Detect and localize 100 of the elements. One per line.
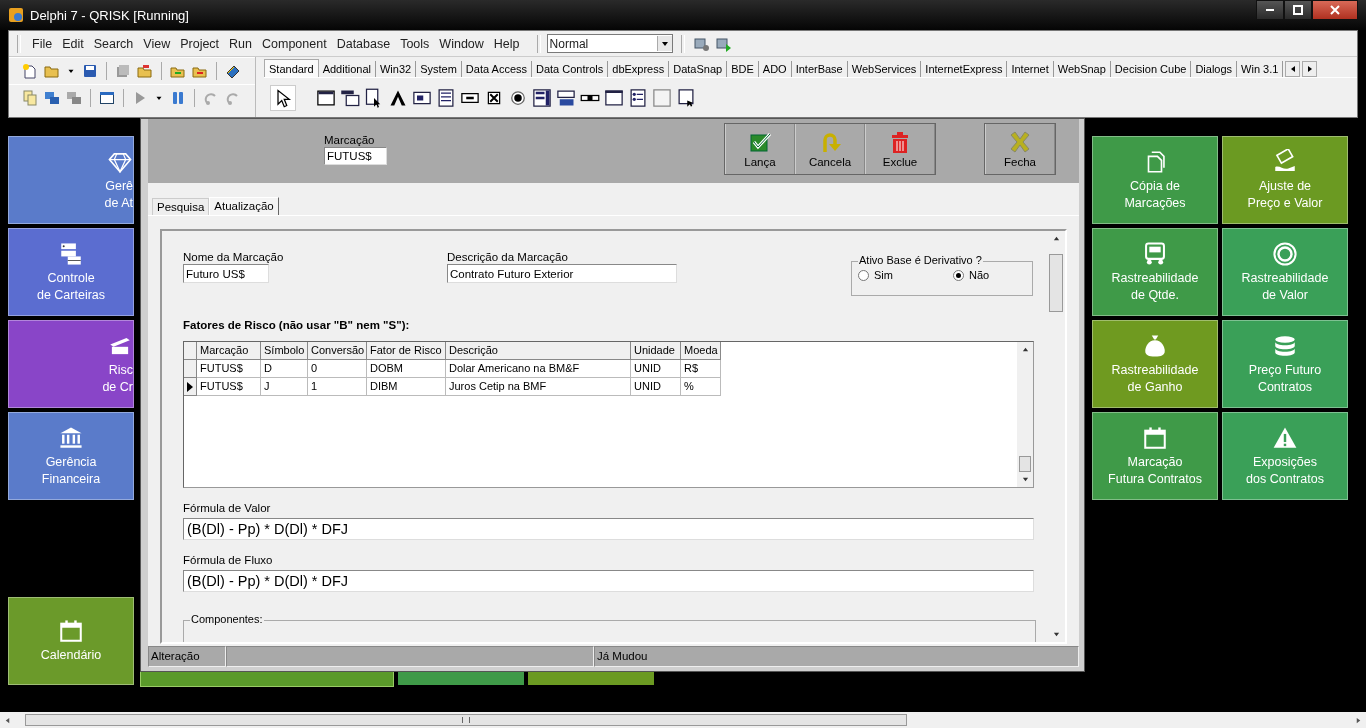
table-cell: J bbox=[261, 378, 308, 396]
palette-tab[interactable]: BDE bbox=[727, 61, 759, 77]
form-icon[interactable] bbox=[99, 90, 115, 106]
scroll-thumb[interactable] bbox=[1019, 456, 1031, 472]
combo-box-icon[interactable] bbox=[556, 87, 576, 108]
scrollbar[interactable] bbox=[1017, 342, 1033, 487]
tile-label: Exposições dos Contratos bbox=[1246, 453, 1324, 488]
close-button[interactable]: Fecha bbox=[985, 124, 1055, 174]
pointer-icon[interactable] bbox=[270, 84, 296, 111]
tile[interactable]: Gerência Financeira bbox=[8, 412, 134, 500]
radio-label: Não bbox=[968, 269, 990, 281]
post-button[interactable]: Lança bbox=[725, 124, 795, 174]
maximize-button[interactable] bbox=[1284, 0, 1312, 20]
radio-button[interactable] bbox=[858, 269, 869, 281]
scroll-right-button[interactable] bbox=[1302, 61, 1318, 77]
close-icon bbox=[1329, 4, 1341, 16]
stacked-windows-icon[interactable] bbox=[66, 90, 82, 106]
tab[interactable]: Atualização bbox=[209, 197, 279, 215]
table-cell: 0 bbox=[308, 360, 367, 378]
tile-label: Rastreabilidade de Qtde. bbox=[1111, 269, 1199, 304]
input-field[interactable]: FUTUS$ bbox=[324, 147, 387, 165]
tile[interactable]: Risc de Cr bbox=[8, 320, 134, 408]
menu-item[interactable]: Help bbox=[488, 36, 525, 51]
palette-tab[interactable]: InternetExpress bbox=[921, 61, 1008, 77]
menu-item[interactable]: Edit bbox=[57, 36, 89, 51]
radio-button[interactable] bbox=[952, 269, 964, 281]
palette-tab[interactable]: WebServices bbox=[847, 61, 922, 77]
menu-item[interactable]: Project bbox=[175, 36, 225, 51]
column-header[interactable]: Moeda bbox=[681, 342, 721, 360]
list-box-icon[interactable] bbox=[532, 87, 552, 108]
scrollbar[interactable] bbox=[0, 712, 1366, 728]
table-cell: 1 bbox=[308, 378, 367, 396]
palette-tab[interactable]: InterBase bbox=[791, 61, 848, 77]
folder-arrow-icon[interactable] bbox=[137, 63, 153, 79]
menu-item[interactable]: File bbox=[27, 36, 58, 51]
delete-button[interactable]: Exclue bbox=[865, 124, 935, 174]
menu-item[interactable]: Tools bbox=[395, 36, 435, 51]
table-cell: Juros Cetip na BMF bbox=[446, 378, 631, 396]
tile[interactable]: Marcação Futura Contratos bbox=[1092, 412, 1218, 500]
palette-tab[interactable]: WebSnap bbox=[1053, 61, 1111, 77]
arrow-left-icon bbox=[4, 716, 11, 724]
radio-group-icon[interactable] bbox=[628, 87, 648, 108]
tab[interactable]: Pesquisa bbox=[152, 198, 210, 215]
palette-tab[interactable]: Dialogs bbox=[1191, 61, 1238, 77]
arrow-right-icon bbox=[1355, 716, 1362, 724]
tile-label: Preço Futuro Contratos bbox=[1248, 361, 1322, 396]
windows-icon[interactable] bbox=[44, 90, 60, 106]
group-box-icon[interactable] bbox=[604, 87, 624, 108]
palette-tab[interactable]: Standard bbox=[264, 59, 319, 77]
input-field[interactable]: (B(Dl) - Pp) * D(Dl) * DFJ bbox=[183, 518, 1034, 540]
scroll-thumb[interactable] bbox=[1049, 254, 1063, 312]
input-field[interactable]: Contrato Futuro Exterior bbox=[447, 264, 677, 283]
desktop-combo[interactable]: Normal bbox=[546, 34, 673, 53]
scroll-left-button[interactable] bbox=[1285, 61, 1301, 77]
tile[interactable]: Cópia de Marcações bbox=[1092, 136, 1218, 224]
input-field[interactable]: (B(Dl) - Pp) * D(Dl) * DFJ bbox=[183, 570, 1034, 592]
group-box-legend: Ativo Base é Derivativo ? bbox=[858, 254, 983, 266]
column-header[interactable]: Unidade bbox=[631, 342, 681, 360]
new-file-icon[interactable] bbox=[22, 63, 38, 79]
palette-tab[interactable]: System bbox=[416, 61, 462, 77]
table-cell: Dolar Americano na BM&F bbox=[446, 360, 631, 378]
menu-item[interactable]: Run bbox=[224, 36, 258, 51]
header-corner bbox=[184, 342, 197, 360]
memo-icon[interactable] bbox=[436, 87, 456, 108]
palette-tab[interactable]: Additional bbox=[318, 61, 376, 77]
checkmark-icon bbox=[748, 130, 772, 154]
palette-tab[interactable]: dbExpress bbox=[608, 61, 670, 77]
input-field[interactable]: Futuro US$ bbox=[183, 264, 269, 283]
minimize-button[interactable] bbox=[1256, 0, 1284, 20]
palette-tab[interactable]: Decision Cube bbox=[1110, 61, 1192, 77]
menu-item[interactable]: Window bbox=[434, 36, 489, 51]
palette-tab[interactable]: Internet bbox=[1007, 61, 1054, 77]
palette-tab[interactable]: Win 3.1 bbox=[1237, 61, 1284, 77]
column-header[interactable]: Conversão bbox=[308, 342, 367, 360]
tile[interactable]: Rastreabilidade de Qtde. bbox=[1092, 228, 1218, 316]
palette-tab[interactable]: DataSnap bbox=[669, 61, 728, 77]
tile-label: Gerência Financeira bbox=[41, 453, 101, 488]
palette-tab[interactable]: Data Access bbox=[461, 61, 532, 77]
column-header[interactable]: Fator de Risco bbox=[367, 342, 446, 360]
palette-tab[interactable]: Win32 bbox=[376, 61, 417, 77]
action-list-icon[interactable] bbox=[676, 87, 696, 108]
tile-label: Cópia de Marcações bbox=[1124, 177, 1186, 212]
pause-icon[interactable] bbox=[170, 90, 186, 106]
tile[interactable]: Gerê de At bbox=[8, 136, 134, 224]
column-header[interactable]: Descrição bbox=[446, 342, 631, 360]
close-button[interactable] bbox=[1312, 0, 1358, 20]
palette-tab[interactable]: ADO bbox=[758, 61, 792, 77]
table-cell: FUTUS$ bbox=[197, 378, 261, 396]
palette-tab[interactable]: Data Controls bbox=[532, 61, 609, 77]
cancel-button[interactable]: Cancela bbox=[795, 124, 865, 174]
row-indicator[interactable] bbox=[184, 378, 197, 396]
column-header[interactable]: Marcação bbox=[197, 342, 261, 360]
menu-item[interactable]: Database bbox=[331, 36, 396, 51]
menu-item[interactable]: Search bbox=[88, 36, 139, 51]
menu-item[interactable]: View bbox=[138, 36, 176, 51]
window-icon[interactable] bbox=[316, 87, 336, 108]
tile[interactable]: Controle de Carteiras bbox=[8, 228, 134, 316]
column-header[interactable]: Símbolo bbox=[261, 342, 308, 360]
folder-icon[interactable] bbox=[44, 63, 60, 79]
menu-item[interactable]: Component bbox=[257, 36, 332, 51]
